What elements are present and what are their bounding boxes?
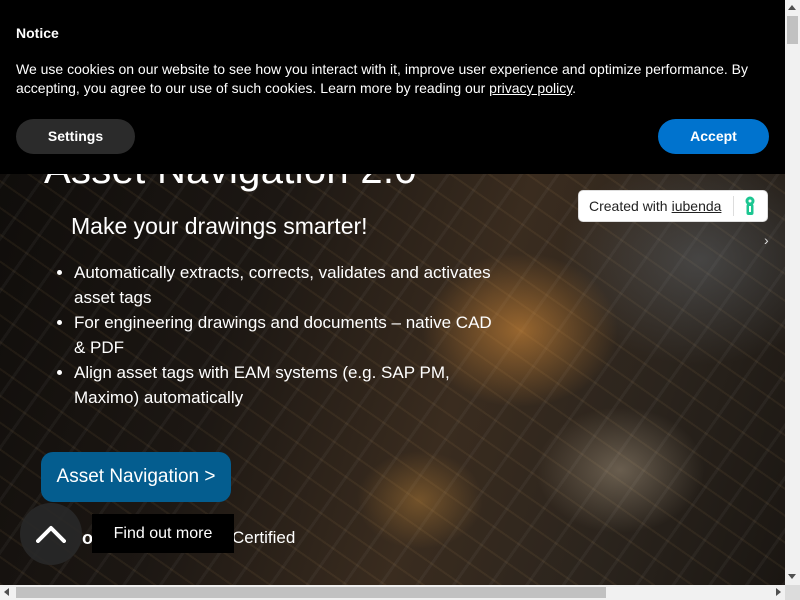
badge-divider: [733, 196, 735, 216]
scroll-to-top-button[interactable]: [20, 503, 82, 565]
cookie-notice-title: Notice: [16, 25, 59, 41]
iubenda-link[interactable]: iubenda: [672, 198, 722, 214]
horizontal-scroll-thumb[interactable]: [16, 587, 606, 598]
cookie-notice-body: We use cookies on our website to see how…: [16, 61, 748, 96]
scroll-up-icon[interactable]: [788, 5, 796, 10]
badge-text: Created with iubenda: [579, 198, 721, 214]
badge-prefix: Created with: [589, 198, 668, 214]
accept-button[interactable]: Accept: [658, 119, 769, 154]
cookie-notice-text: We use cookies on our website to see how…: [16, 60, 761, 98]
hero-subtitle: Make your drawings smarter!: [71, 213, 368, 239]
horizontal-scrollbar[interactable]: [0, 585, 785, 600]
iubenda-logo-icon: [745, 196, 755, 215]
vertical-scroll-thumb[interactable]: [787, 16, 798, 44]
find-out-more-button[interactable]: Find out more: [92, 514, 234, 553]
cookie-notice-end: .: [572, 80, 577, 96]
chevron-up-icon: [36, 526, 66, 543]
asset-navigation-button[interactable]: Asset Navigation >: [41, 452, 231, 502]
scroll-down-icon[interactable]: [788, 574, 796, 579]
cookie-notice-banner: Notice We use cookies on our website to …: [0, 0, 785, 174]
settings-button[interactable]: Settings: [16, 119, 135, 154]
vertical-scrollbar[interactable]: [785, 0, 800, 585]
chevron-right-icon[interactable]: ›: [764, 232, 769, 248]
certified-text: Certified: [232, 528, 296, 547]
iubenda-badge[interactable]: Created with iubenda: [578, 190, 768, 222]
feature-list: Automatically extracts, corrects, valida…: [48, 260, 494, 410]
feature-item: Automatically extracts, corrects, valida…: [74, 260, 494, 310]
scroll-right-icon[interactable]: [776, 588, 781, 596]
feature-item: Align asset tags with EAM systems (e.g. …: [74, 360, 494, 410]
feature-item: For engineering drawings and documents –…: [74, 310, 494, 360]
scrollbar-corner: [785, 585, 800, 600]
privacy-policy-link[interactable]: privacy policy: [489, 80, 572, 96]
scroll-left-icon[interactable]: [4, 588, 9, 596]
